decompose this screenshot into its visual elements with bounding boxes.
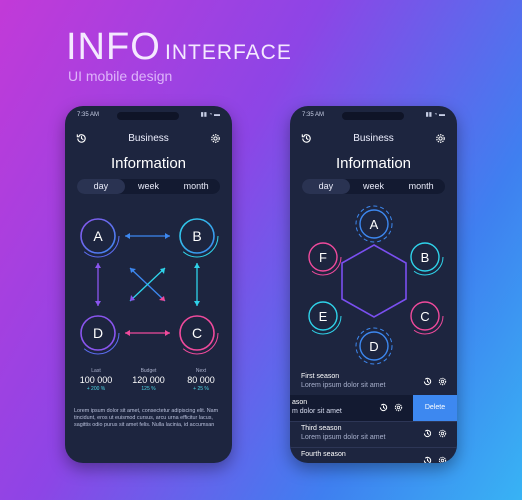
phone-notch [117, 112, 179, 120]
gear-icon[interactable] [393, 402, 404, 413]
list-item-swiped[interactable]: ason m dolor sit amet Delete [290, 395, 457, 422]
node-a-label: A [93, 228, 103, 244]
node-d-label: D [369, 339, 378, 354]
node-c-label: C [192, 325, 202, 341]
phone-notch [342, 112, 404, 120]
season-subtitle: Lorem ipsum dolor sit amet [301, 382, 386, 389]
tab-day[interactable]: day [77, 179, 125, 194]
gear-icon[interactable] [434, 132, 447, 145]
gear-icon[interactable] [437, 376, 448, 387]
node-c[interactable]: C [406, 297, 444, 335]
node-c-label: C [420, 309, 429, 324]
node-b-label: B [192, 228, 201, 244]
flow-diagram: A B C D [76, 214, 219, 355]
page-title: Information [110, 155, 187, 172]
list-item[interactable]: Fourth season [290, 447, 457, 463]
node-a[interactable]: A [355, 205, 393, 243]
node-a-label: A [370, 217, 379, 232]
stat-change: 125 % [141, 386, 156, 392]
period-tabs: day week month [77, 179, 220, 194]
season-title: Fourth season [301, 451, 346, 458]
hero-title: INFO [66, 26, 161, 68]
hexagon-shape [341, 244, 407, 318]
history-icon[interactable] [378, 402, 389, 413]
stat-last: Last 100 000 + 200 % [71, 368, 121, 392]
node-e-label: E [319, 309, 328, 324]
node-b-label: B [421, 250, 430, 265]
stat-value: 100 000 [79, 375, 113, 385]
hero-subtitle: INTERFACE [165, 41, 292, 64]
node-f[interactable]: F [304, 238, 342, 276]
node-d[interactable]: D [355, 327, 393, 365]
phone-business-hexagon: 7:35 AM ▮▮ ◔ ▬ Business Information day … [290, 106, 457, 463]
gear-icon[interactable] [437, 428, 448, 439]
hero-caption: UI mobile design [68, 68, 173, 84]
node-c[interactable]: C [175, 311, 219, 355]
gear-icon[interactable] [209, 132, 222, 145]
stat-value: 120 000 [132, 375, 165, 385]
app-title: Business [128, 133, 169, 144]
stat-change: + 25 % [193, 386, 209, 392]
stat-next: Next 80 000 + 25 % [176, 368, 226, 392]
history-icon[interactable] [422, 376, 433, 387]
list-item[interactable]: First season Lorem ipsum dolor sit amet [290, 369, 457, 396]
node-b[interactable]: B [175, 214, 219, 258]
app-title: Business [353, 133, 394, 144]
season-title: Third season [301, 425, 342, 432]
period-tabs: day week month [302, 179, 445, 194]
description-text: Lorem ipsum dolor sit amet, consectetur … [74, 408, 219, 428]
history-icon[interactable] [422, 455, 433, 463]
node-e[interactable]: E [304, 297, 342, 335]
tab-month[interactable]: month [172, 179, 220, 194]
tab-week[interactable]: week [350, 179, 398, 194]
node-b[interactable]: B [406, 238, 444, 276]
phone-business-graph: 7:35 AM ▮▮ ◔ ▬ Business Information day … [65, 106, 232, 463]
stat-label: Last [91, 368, 101, 374]
tab-day[interactable]: day [302, 179, 350, 194]
gear-icon[interactable] [437, 455, 448, 463]
stat-label: Budget [140, 368, 157, 374]
season-title: First season [301, 373, 340, 380]
tab-month[interactable]: month [397, 179, 445, 194]
history-icon[interactable] [422, 428, 433, 439]
stats-row: Last 100 000 + 200 % Budget 120 000 125 … [71, 368, 226, 392]
tab-week[interactable]: week [125, 179, 173, 194]
stat-label: Next [195, 368, 207, 374]
stat-budget: Budget 120 000 125 % [124, 368, 174, 392]
season-subtitle: m dolor sit amet [292, 408, 342, 415]
node-a[interactable]: A [76, 214, 120, 258]
status-time: 7:35 AM [77, 112, 100, 118]
hexagon-diagram: A B C D E F [304, 205, 444, 365]
page-title: Information [335, 155, 412, 172]
season-title: ason [292, 399, 308, 406]
connector-arrows [95, 233, 200, 336]
stat-value: 80 000 [187, 375, 215, 385]
status-icons: ▮▮ ◔ ▬ [200, 112, 220, 118]
node-d[interactable]: D [76, 311, 120, 355]
season-subtitle: Lorem ipsum dolor sit amet [301, 434, 386, 441]
status-time: 7:35 AM [302, 112, 325, 118]
node-d-label: D [93, 325, 103, 341]
delete-button[interactable]: Delete [413, 395, 457, 421]
stat-change: + 200 % [86, 386, 106, 392]
status-icons: ▮▮ ◔ ▬ [425, 112, 445, 118]
node-f-label: F [319, 250, 327, 265]
list-item[interactable]: Third season Lorem ipsum dolor sit amet [290, 421, 457, 448]
